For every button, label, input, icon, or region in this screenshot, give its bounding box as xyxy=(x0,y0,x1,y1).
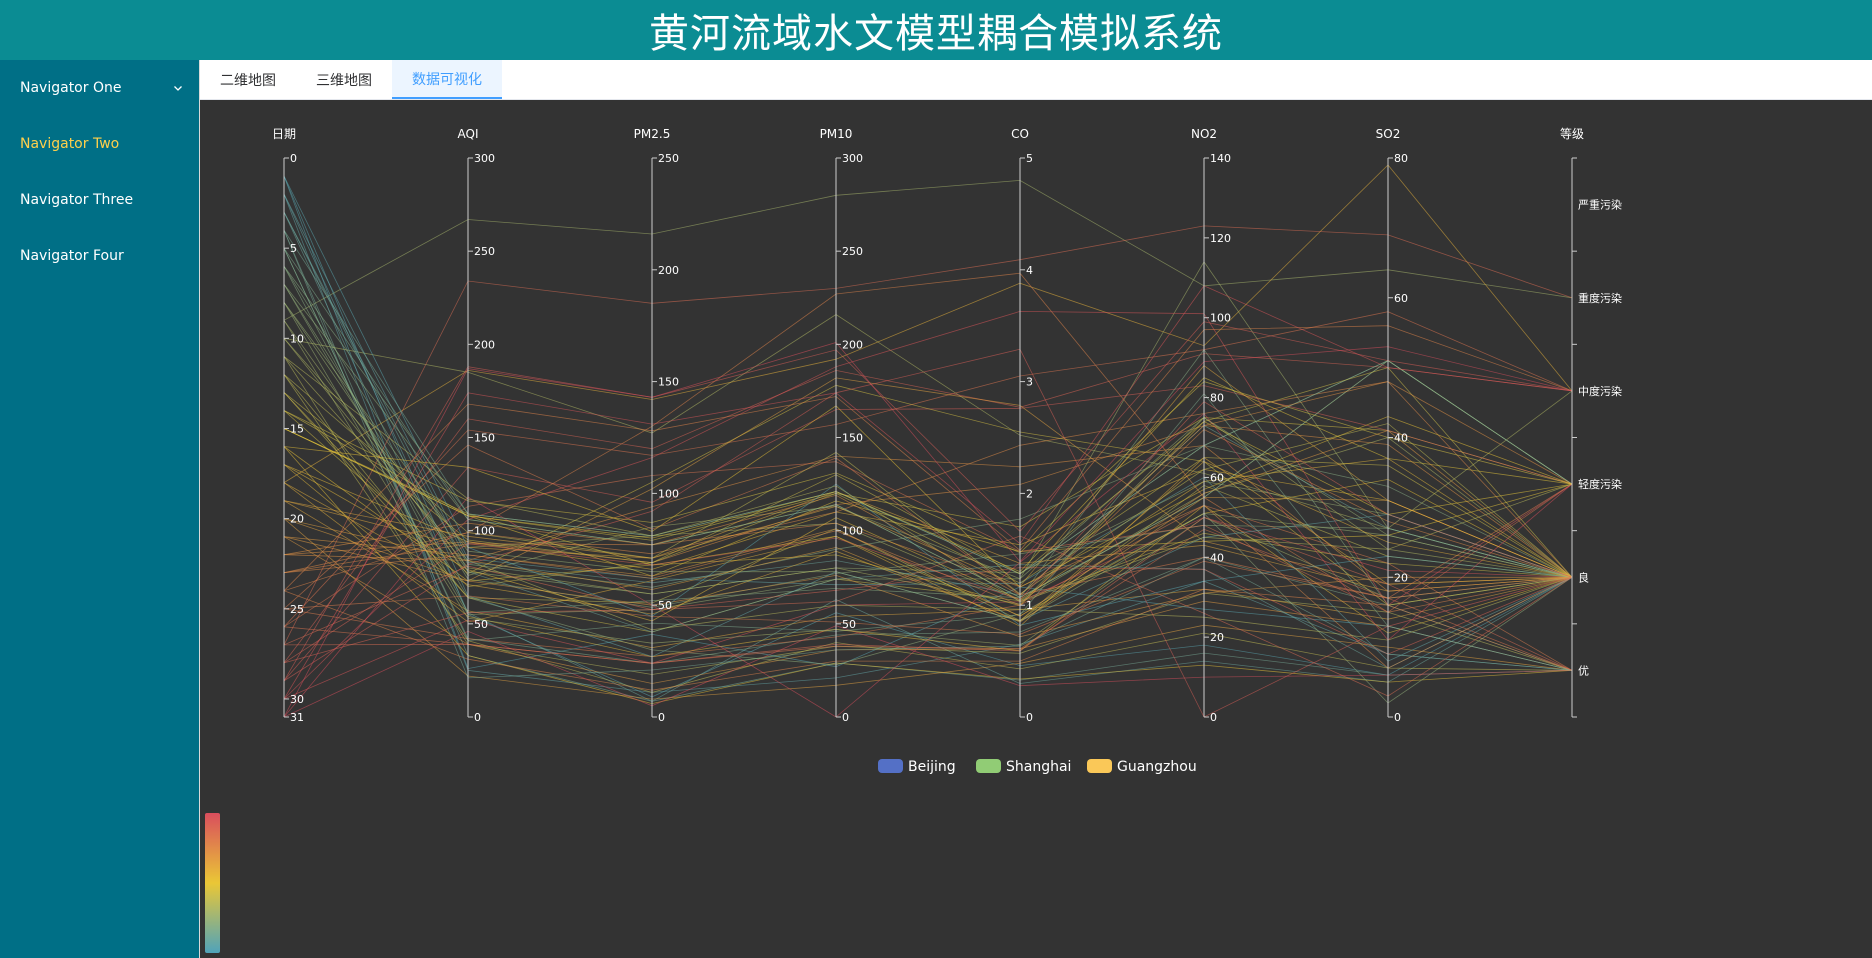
tick-label: 200 xyxy=(842,338,863,351)
tick-label: 5 xyxy=(290,242,297,255)
sidebar-item-navigator-one[interactable]: Navigator One xyxy=(20,60,185,116)
view-tabs: 二维地图 三维地图 数据可视化 xyxy=(200,60,1872,100)
sidebar-item-label: Navigator Four xyxy=(20,248,124,264)
sidebar-item-label: Navigator One xyxy=(20,80,122,96)
tab-3d-map[interactable]: 三维地图 xyxy=(296,60,392,99)
axis-name: PM2.5 xyxy=(634,127,671,141)
axis-name: CO xyxy=(1011,127,1029,141)
data-line-beijing xyxy=(283,265,1573,588)
legend-label: Shanghai xyxy=(1006,759,1071,775)
legend-item-shanghai[interactable]: Shanghai xyxy=(976,759,1071,775)
tick-label: 0 xyxy=(1026,711,1033,724)
tick-label: 重度污染 xyxy=(1578,291,1622,305)
tick-label: 250 xyxy=(842,245,863,258)
tick-label: 50 xyxy=(842,618,856,631)
axis-name: SO2 xyxy=(1376,127,1401,141)
tick-label: 20 xyxy=(1210,631,1224,644)
tick-label: 0 xyxy=(290,152,297,165)
axis-name: NO2 xyxy=(1191,127,1217,141)
sidebar-item-label: Navigator Two xyxy=(20,136,120,152)
tick-label: 80 xyxy=(1394,152,1408,165)
data-line-beijing xyxy=(283,518,1573,700)
tick-label: 140 xyxy=(1210,152,1231,165)
tick-label: 3 xyxy=(1026,376,1033,389)
tick-label: 5 xyxy=(1026,152,1033,165)
tick-label: 40 xyxy=(1394,432,1408,445)
data-line-shanghai xyxy=(283,456,1573,627)
tick-label: 20 xyxy=(1394,571,1408,584)
sidebar-item-navigator-two[interactable]: Navigator Two xyxy=(20,116,185,172)
legend-swatch xyxy=(878,759,903,773)
axis-3: PM2.5 0 50 100 150 200 250 xyxy=(634,127,679,724)
data-line-shanghai xyxy=(283,229,1573,679)
data-line-guangzhou xyxy=(283,367,1573,578)
tick-label: 80 xyxy=(1210,392,1224,405)
chevron-down-icon xyxy=(171,81,185,95)
tick-label: 300 xyxy=(842,152,863,165)
tick-label: 50 xyxy=(474,618,488,631)
sidebar: Navigator One Navigator Two Navigator Th… xyxy=(0,60,200,958)
tick-label: 0 xyxy=(658,711,665,724)
tick-label: 0 xyxy=(842,711,849,724)
legend-item-beijing[interactable]: Beijing xyxy=(878,759,956,775)
tick-label: 15 xyxy=(290,422,304,435)
tick-label: 31 xyxy=(290,711,304,724)
tick-label: 10 xyxy=(290,332,304,345)
tick-label: 100 xyxy=(658,487,679,500)
tick-label: 50 xyxy=(658,599,672,612)
sidebar-item-label: Navigator Three xyxy=(20,192,134,208)
data-line-guangzhou xyxy=(283,193,1573,658)
tick-label: 良 xyxy=(1578,570,1589,584)
tick-label: 200 xyxy=(658,264,679,277)
tick-label: 20 xyxy=(290,513,304,526)
tick-label: 60 xyxy=(1394,292,1408,305)
tick-label: 250 xyxy=(658,152,679,165)
axis-8: 等级严重污染重度污染中度污染轻度污染良优 xyxy=(1560,127,1622,718)
tick-label: 120 xyxy=(1210,232,1231,245)
tick-label: 30 xyxy=(290,693,304,706)
parallel-chart-panel: 日期 0 5 10 15 20 25 30 31 AQI 0 50 100 150 200 250 300 PM2… xyxy=(200,100,1872,958)
tick-label: 100 xyxy=(842,525,863,538)
tick-label: 150 xyxy=(842,432,863,445)
tick-label: 60 xyxy=(1210,471,1224,484)
tab-data-visualization[interactable]: 数据可视化 xyxy=(392,60,502,99)
tick-label: 1 xyxy=(1026,599,1033,612)
tick-label: 25 xyxy=(290,603,304,616)
legend-item-guangzhou[interactable]: Guangzhou xyxy=(1087,759,1197,775)
tick-label: 250 xyxy=(474,245,495,258)
legend-label: Guangzhou xyxy=(1117,759,1197,775)
tab-2d-map[interactable]: 二维地图 xyxy=(200,60,296,99)
tick-label: 0 xyxy=(474,711,481,724)
data-line-guangzhou xyxy=(283,229,1573,575)
sidebar-item-navigator-three[interactable]: Navigator Three xyxy=(20,172,185,228)
tick-label: 2 xyxy=(1026,487,1033,500)
visual-map-bar[interactable] xyxy=(205,813,220,953)
tick-label: 0 xyxy=(1394,711,1401,724)
tick-label: 100 xyxy=(474,525,495,538)
tick-label: 0 xyxy=(1210,711,1217,724)
tick-label: 优 xyxy=(1578,664,1589,677)
legend: Beijing Shanghai Guangzhou xyxy=(878,759,1197,775)
tick-label: 4 xyxy=(1026,264,1033,277)
tick-label: 300 xyxy=(474,152,495,165)
sidebar-item-navigator-four[interactable]: Navigator Four xyxy=(20,228,185,284)
axis-name: AQI xyxy=(458,127,479,141)
axis-name: PM10 xyxy=(820,127,853,141)
axis-name: 等级 xyxy=(1560,127,1584,141)
tick-label: 150 xyxy=(474,432,495,445)
app-header: 黄河流域水文模型耦合模拟系统 xyxy=(0,0,1872,60)
parallel-coordinates-chart: 日期05101520253031AQI050100150200250300PM2… xyxy=(205,127,1622,953)
tick-label: 严重污染 xyxy=(1578,198,1622,212)
app-title: 黄河流域水文模型耦合模拟系统 xyxy=(649,11,1223,57)
tick-label: 40 xyxy=(1210,551,1224,564)
axis-name: 日期 xyxy=(272,127,296,141)
tick-label: 100 xyxy=(1210,312,1231,325)
tick-label: 150 xyxy=(658,376,679,389)
tick-label: 200 xyxy=(474,338,495,351)
legend-swatch xyxy=(1087,759,1112,773)
legend-label: Beijing xyxy=(908,759,956,775)
legend-swatch xyxy=(976,759,1001,773)
tick-label: 轻度污染 xyxy=(1578,477,1622,491)
tick-label: 中度污染 xyxy=(1578,384,1622,398)
